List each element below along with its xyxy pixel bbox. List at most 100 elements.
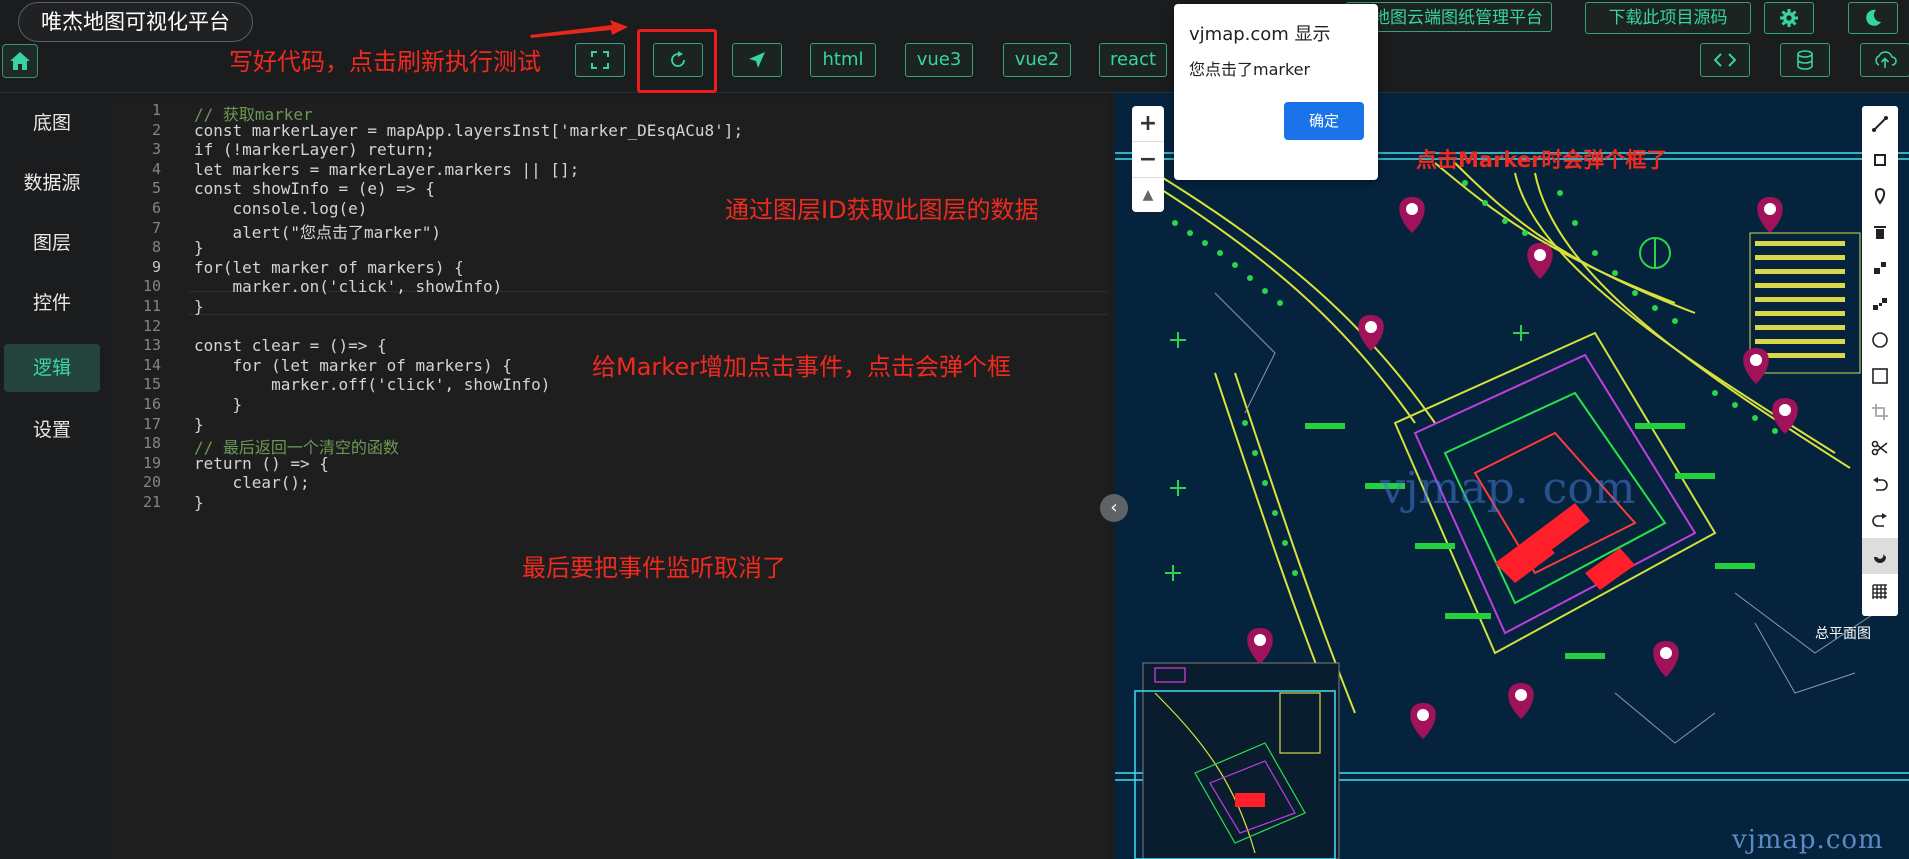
cut-button[interactable] <box>1862 430 1898 466</box>
delete-button[interactable] <box>1862 214 1898 250</box>
compass-button[interactable]: ▲ <box>1132 178 1164 213</box>
sidebar-item-layers[interactable]: 图层 <box>4 219 100 267</box>
line-number: 15 <box>142 375 161 394</box>
line-icon <box>1872 116 1888 132</box>
vue3-button[interactable]: vue3 <box>905 43 973 77</box>
zoom-out-button[interactable]: − <box>1132 142 1164 178</box>
sidebar-item-settings[interactable]: 设置 <box>4 406 100 454</box>
vue2-button[interactable]: vue2 <box>1003 43 1071 77</box>
line-number: 4 <box>151 159 161 178</box>
line-number: 21 <box>142 493 161 511</box>
combine-button[interactable] <box>1862 250 1898 286</box>
react-button[interactable]: react <box>1099 43 1167 77</box>
grid-button[interactable] <box>1862 574 1898 610</box>
code-line: clear(); <box>194 473 310 493</box>
split-button[interactable] <box>1862 286 1898 322</box>
code-line: const markerLayer = mapApp.layersInst['m… <box>194 120 744 140</box>
code-line: } <box>194 493 204 512</box>
undo-button[interactable] <box>1862 466 1898 502</box>
html-button[interactable]: html <box>810 43 876 77</box>
sidebar: 底图 数据源 图层 控件 逻辑 设置 <box>0 93 108 859</box>
line-number: 17 <box>142 414 161 433</box>
line-number: 14 <box>142 355 161 374</box>
map-center-watermark: vjmap. com <box>1380 463 1636 514</box>
combine-icon <box>1874 262 1886 274</box>
line-number: 2 <box>151 120 161 139</box>
code-line: marker.on('click', showInfo) <box>194 277 503 297</box>
line-number: 20 <box>142 473 161 492</box>
download-source-button[interactable]: 下载此项目源码 <box>1585 2 1751 34</box>
code-button[interactable] <box>1700 43 1750 77</box>
event-annotation: 给Marker增加点击事件，点击会弹个框 <box>592 353 1011 381</box>
undo-icon <box>1873 477 1888 491</box>
crop-button[interactable] <box>1862 394 1898 430</box>
draw-polygon-button[interactable] <box>1862 142 1898 178</box>
line-gutter: 1 2 3 4 5 6 7 8 9 10 11 12 13 14 15 16 17 18 19 20 21 <box>113 98 185 859</box>
line-number: 12 <box>142 316 161 335</box>
cancel-annotation: 最后要把事件监听取消了 <box>522 554 786 582</box>
refresh-button[interactable] <box>653 43 703 77</box>
line-number: 5 <box>151 179 161 198</box>
sidebar-item-basemap[interactable]: 底图 <box>4 99 100 147</box>
snap-button[interactable] <box>1862 538 1898 574</box>
layer-annotation: 通过图层ID获取此图层的数据 <box>725 196 1039 224</box>
sidebar-item-datasource[interactable]: 数据源 <box>4 159 100 207</box>
draw-toolbar <box>1862 106 1898 616</box>
fullscreen-button[interactable] <box>575 43 625 77</box>
code-line: return () => { <box>194 453 329 473</box>
zoom-control: + − ▲ <box>1132 106 1164 212</box>
locate-icon <box>749 52 765 68</box>
code-line: } <box>194 238 204 258</box>
sidebar-item-logic[interactable]: 逻辑 <box>4 344 100 392</box>
dialog-title: vjmap.com 显示 <box>1189 24 1331 45</box>
code-line: marker.off('click', showInfo) <box>194 375 551 395</box>
polygon-icon <box>1874 154 1886 166</box>
draw-rectangle-button[interactable] <box>1862 358 1898 394</box>
collapse-panel-button[interactable]: ‹ <box>1100 494 1128 522</box>
code-line: } <box>194 414 204 434</box>
line-number: 9 <box>151 257 161 276</box>
cloud-upload-icon <box>1875 51 1897 68</box>
code-line: console.log(e) <box>194 199 368 218</box>
grid-icon <box>1872 584 1887 599</box>
redo-icon <box>1872 513 1887 527</box>
crop-icon <box>1872 404 1888 420</box>
line-number: 18 <box>142 434 161 453</box>
dialog-ok-button[interactable]: 确定 <box>1284 102 1364 140</box>
redo-button[interactable] <box>1862 502 1898 538</box>
line-number: 7 <box>151 218 161 237</box>
line-number: 19 <box>142 453 161 472</box>
settings-button[interactable] <box>1764 2 1814 34</box>
database-icon <box>1797 50 1813 70</box>
code-line: if (!markerLayer) return; <box>194 140 435 160</box>
trash-icon <box>1874 226 1886 239</box>
code-icon <box>1714 53 1736 67</box>
line-number: 1 <box>151 101 161 119</box>
popup-annotation: 点击Marker时会弹个框了 <box>1416 148 1668 172</box>
code-line: let markers = markerLayer.markers || []; <box>194 159 580 179</box>
sidebar-item-controls[interactable]: 控件 <box>4 279 100 327</box>
locate-button[interactable] <box>732 43 782 77</box>
line-number: 6 <box>151 199 161 217</box>
dialog-message: 您点击了marker <box>1189 60 1311 79</box>
line-number: 16 <box>142 395 161 413</box>
code-line: alert("您点击了marker") <box>194 222 442 242</box>
line-number: 3 <box>151 140 161 159</box>
line-number: 8 <box>151 238 161 257</box>
cloud-upload-button[interactable] <box>1860 43 1909 77</box>
code-line: } <box>194 297 204 316</box>
zoom-in-button[interactable]: + <box>1132 106 1164 142</box>
draw-line-button[interactable] <box>1862 106 1898 142</box>
draw-circle-button[interactable] <box>1862 322 1898 358</box>
theme-button[interactable] <box>1848 2 1898 34</box>
database-button[interactable] <box>1780 43 1830 77</box>
draw-point-button[interactable] <box>1862 178 1898 214</box>
gear-icon <box>1780 9 1798 27</box>
marker-icon <box>1874 187 1886 205</box>
alert-dialog: vjmap.com 显示 您点击了marker 确定 <box>1174 4 1378 180</box>
magnet-icon <box>1874 554 1886 563</box>
code-line: } <box>194 395 243 414</box>
line-number: 11 <box>142 297 161 315</box>
line-number: 10 <box>142 277 161 296</box>
code-line: const showInfo = (e) => { <box>194 179 435 199</box>
